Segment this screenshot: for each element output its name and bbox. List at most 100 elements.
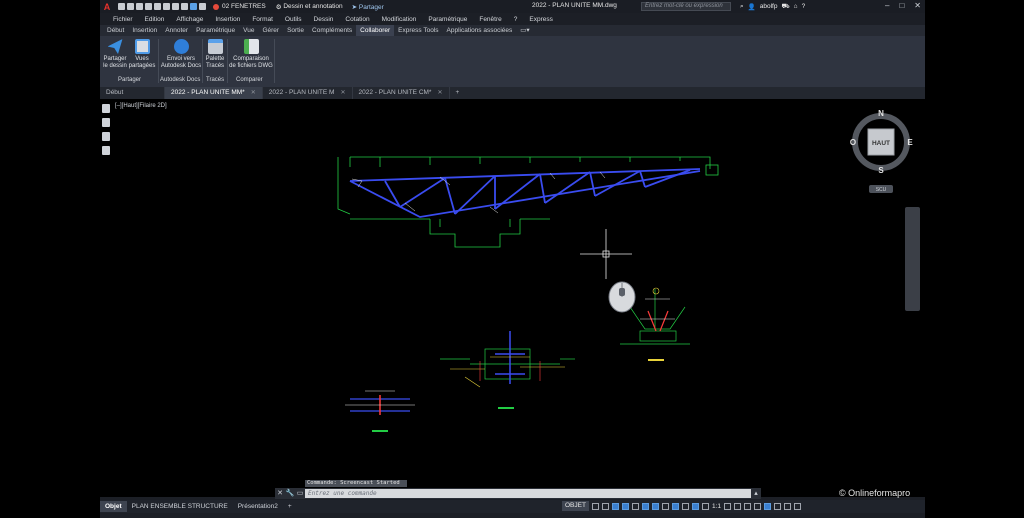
workspace-dropdown[interactable]: ⚙ Dessin et annotation (273, 2, 346, 11)
add-layout-button[interactable]: + (283, 501, 297, 512)
annotation-scale[interactable]: 1:1 (712, 503, 721, 510)
chevron-up-icon[interactable]: ▴ (751, 488, 761, 499)
tab-vue[interactable]: Vue (239, 25, 258, 36)
object-snap-icon[interactable] (651, 502, 659, 510)
undo-icon[interactable] (163, 3, 170, 10)
maximize-icon[interactable]: □ (899, 1, 904, 10)
customization-icon[interactable] (794, 502, 801, 510)
viewcube-north[interactable]: N (878, 109, 884, 118)
plus-icon[interactable] (734, 502, 741, 510)
user-area[interactable]: ⌕ 👤 abolfp ⛟ ⌂ ? (740, 2, 805, 11)
layer-icon[interactable] (190, 3, 197, 10)
close-tab-icon[interactable]: ✕ (437, 87, 442, 99)
help-icon[interactable]: ? (802, 3, 806, 10)
menu-fichier[interactable]: Fichier (107, 16, 139, 23)
search-input[interactable]: Entrez mot-clé ou expression (641, 2, 731, 11)
quick-properties-icon[interactable] (754, 502, 761, 510)
menu-fenetre[interactable]: Fenêtre (473, 16, 507, 23)
send-to-docs-button[interactable]: Envoi vers Autodesk Docs (160, 39, 202, 70)
viewcube-south[interactable]: S (878, 166, 884, 175)
tab-applications-associees[interactable]: Applications associées (443, 25, 517, 36)
isodraft-icon[interactable] (631, 502, 639, 510)
layout-tab[interactable]: PLAN ENSEMBLE STRUCTURE (127, 501, 233, 512)
new-icon[interactable] (118, 3, 125, 10)
doc-tab-start[interactable]: Début (100, 87, 165, 99)
search-icon[interactable]: ⌕ (740, 3, 744, 11)
tab-insertion[interactable]: Insertion (128, 25, 161, 36)
open-icon[interactable] (127, 3, 134, 10)
share-button[interactable]: ➤ Partager (352, 3, 384, 11)
redo-icon[interactable] (172, 3, 179, 10)
ribbon-toggle-icon[interactable]: ▭▾ (516, 25, 533, 36)
ortho-icon[interactable] (611, 502, 619, 510)
minimize-icon[interactable]: – (885, 1, 889, 10)
web-mobile-icon[interactable] (181, 3, 188, 10)
tab-debut[interactable]: Début (103, 25, 128, 36)
menu-cotation[interactable]: Cotation (339, 16, 375, 23)
save-as-icon[interactable] (145, 3, 152, 10)
layout-tab-model[interactable]: Objet (100, 501, 127, 512)
menu-express[interactable]: Express (523, 16, 558, 23)
tab-collaborer[interactable]: Collaborer (356, 25, 395, 36)
share-drawing-button[interactable]: Partager le dessin (103, 39, 127, 70)
viewcube-west[interactable]: O (850, 138, 856, 147)
save-icon[interactable] (136, 3, 143, 10)
cart-icon[interactable]: ⛟ (781, 2, 789, 11)
menu-insertion[interactable]: Insertion (209, 16, 246, 23)
close-tab-icon[interactable]: ✕ (251, 87, 256, 99)
tab-express-tools[interactable]: Express Tools (394, 25, 442, 36)
hardware-acceleration-icon[interactable] (764, 502, 771, 510)
clean-screen-icon[interactable] (784, 502, 791, 510)
auto-scale-icon[interactable] (701, 502, 709, 510)
close-tab-icon[interactable]: ✕ (340, 87, 345, 99)
wrench-icon[interactable]: 🔧 (285, 488, 295, 499)
tab-gerer[interactable]: Gérer (258, 25, 283, 36)
isolate-objects-icon[interactable] (774, 502, 781, 510)
menu-dessin[interactable]: Dessin (308, 16, 340, 23)
object-snap-tracking-icon[interactable] (641, 502, 649, 510)
new-tab-button[interactable]: + (450, 87, 466, 99)
menu-format[interactable]: Format (246, 16, 279, 23)
model-space-button[interactable]: OBJET (562, 501, 589, 511)
prompt-icon[interactable]: ▭ (295, 488, 305, 499)
menu-help[interactable]: ? (508, 16, 524, 23)
polar-icon[interactable] (621, 502, 629, 510)
shared-views-button[interactable]: Vues partagées (129, 39, 155, 70)
gear-icon[interactable] (724, 502, 731, 510)
lineweight-icon[interactable] (661, 502, 669, 510)
annotation-visibility-icon[interactable] (691, 502, 699, 510)
doc-tab-active[interactable]: 2022 - PLAN UNITE MM* ✕ (165, 87, 263, 99)
command-input[interactable]: Entrez une commande (305, 489, 751, 498)
exchange-icon[interactable]: ⌂ (794, 3, 798, 10)
close-icon[interactable]: ✕ (275, 488, 285, 499)
menu-affichage[interactable]: Affichage (170, 16, 209, 23)
viewcube-face-label[interactable]: HAUT (872, 140, 890, 147)
dwg-compare-button[interactable]: Comparaison de fichiers DWG (229, 39, 273, 70)
tab-annoter[interactable]: Annoter (161, 25, 192, 36)
units-icon[interactable] (744, 502, 751, 510)
plot-icon[interactable] (154, 3, 161, 10)
viewcube[interactable]: HAUT N S E O SCU (850, 109, 913, 193)
tab-parametrique[interactable]: Paramétrique (192, 25, 239, 36)
viewcube-east[interactable]: E (907, 138, 913, 147)
tab-sortie[interactable]: Sortie (283, 25, 308, 36)
ucs-menu[interactable]: SCU (876, 187, 887, 193)
snap-icon[interactable] (601, 502, 609, 510)
menu-outils[interactable]: Outils (279, 16, 308, 23)
app-menu-icon[interactable]: A (100, 0, 114, 13)
doc-tab[interactable]: 2022 - PLAN UNITE CM* ✕ (353, 87, 450, 99)
grid-icon[interactable] (591, 502, 599, 510)
palette-traces-button[interactable]: Palette Tracés (204, 39, 226, 70)
current-layer-dropdown[interactable]: 02 FENETRES (210, 2, 269, 11)
layout-tab[interactable]: Présentation2 (233, 501, 283, 512)
close-icon[interactable]: ✕ (914, 1, 921, 10)
doc-tab[interactable]: 2022 - PLAN UNITE M ✕ (263, 87, 353, 99)
tab-complements[interactable]: Compléments (308, 25, 356, 36)
menu-parametrique[interactable]: Paramétrique (422, 16, 473, 23)
navigation-bar[interactable] (905, 207, 920, 311)
menu-edition[interactable]: Edition (139, 16, 171, 23)
transparency-icon[interactable] (671, 502, 679, 510)
sun-icon[interactable] (199, 3, 206, 10)
selection-cycling-icon[interactable] (681, 502, 689, 510)
menu-modification[interactable]: Modification (376, 16, 423, 23)
